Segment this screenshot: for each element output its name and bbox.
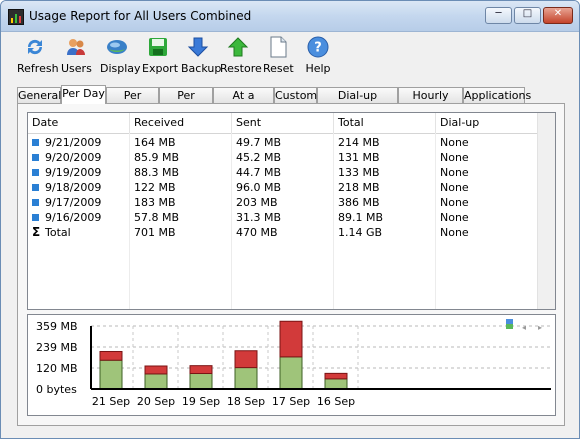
svg-text:?: ? [314, 41, 322, 56]
x-tick-label: 20 Sep [137, 395, 175, 408]
y-tick-label: 120 MB [36, 362, 78, 375]
received-bar [144, 373, 168, 390]
sent-bar [189, 365, 213, 375]
minimize-icon: ─ [495, 8, 502, 19]
sent-bar [324, 372, 348, 380]
total-row[interactable]: Σ Total 701 MB 470 MB 1.14 GB None [28, 225, 538, 240]
tab-general[interactable]: General [17, 87, 61, 103]
chart-prev-icon[interactable]: ◂ [522, 323, 526, 332]
day-marker-icon [32, 214, 39, 221]
sigma-icon: Σ [32, 225, 41, 239]
y-tick-label: 239 MB [36, 341, 78, 354]
export-icon [149, 38, 167, 56]
help-button[interactable]: ? Help [305, 36, 331, 75]
tab-per-day[interactable]: Per Day [61, 85, 106, 104]
table-row[interactable]: 9/17/2009 183 MB 203 MB 386 MB None [28, 195, 538, 210]
table-vertical-scrollbar[interactable] [537, 113, 555, 309]
received-bar [279, 356, 303, 390]
per-day-panel: Date Received Sent Total Dial-up 9/21/20… [17, 103, 565, 426]
title-bar: Usage Report for All Users Combined ─ □ … [1, 1, 579, 32]
maximize-button[interactable]: □ [514, 7, 541, 24]
day-marker-icon [32, 199, 39, 206]
day-marker-icon [32, 169, 39, 176]
users-icon [67, 39, 85, 55]
export-button[interactable]: Export [142, 36, 178, 75]
y-tick-label: 359 MB [36, 320, 78, 333]
y-tick-label: 0 bytes [36, 383, 77, 396]
received-bar [324, 378, 348, 390]
column-header-total[interactable]: Total [334, 113, 436, 133]
received-bar [189, 373, 213, 390]
help-icon: ? [307, 36, 329, 58]
table-row[interactable]: 9/18/2009 122 MB 96.0 MB 218 MB None [28, 180, 538, 195]
tab-hourly-rates[interactable]: Hourly Rates [398, 87, 463, 117]
x-tick-label: 17 Sep [272, 395, 310, 408]
sent-bar [144, 365, 168, 375]
refresh-button[interactable]: Refresh [17, 36, 59, 75]
day-marker-icon [32, 154, 39, 161]
day-marker-icon [32, 184, 39, 191]
chart-next-icon[interactable]: ▸ [538, 323, 542, 332]
sent-bar [234, 350, 258, 369]
display-button[interactable]: Display [100, 36, 141, 75]
table-header: Date Received Sent Total Dial-up [28, 113, 555, 134]
legend-swatch-icon[interactable] [506, 319, 513, 329]
usage-chart: 359 MB 239 MB 120 MB 0 bytes 21 Sep 20 Sep 19 … [27, 314, 556, 416]
received-bar [234, 367, 258, 390]
report-window: Usage Report for All Users Combined ─ □ … [0, 0, 580, 439]
close-button[interactable]: ✕ [543, 7, 573, 24]
x-tick-label: 18 Sep [227, 395, 265, 408]
tab-per-week[interactable]: Per Week [106, 87, 159, 117]
tab-applications[interactable]: Applications [463, 87, 531, 103]
sent-bar [279, 320, 303, 358]
backup-button[interactable]: Backup [181, 36, 221, 75]
tab-at-a-glance[interactable]: At a Glance [213, 87, 274, 117]
restore-button[interactable]: Restore [220, 36, 262, 75]
minimize-button[interactable]: ─ [485, 7, 512, 24]
received-bar [99, 359, 123, 390]
reset-button[interactable]: Reset [263, 36, 294, 75]
table-row[interactable]: 9/19/2009 88.3 MB 44.7 MB 133 MB None [28, 165, 538, 180]
tab-dial-up-sessions[interactable]: Dial-up Sessions [317, 87, 398, 117]
day-marker-icon [32, 139, 39, 146]
restore-icon [227, 37, 249, 57]
tab-per-month[interactable]: Per Month [159, 87, 213, 117]
column-header-dial-up[interactable]: Dial-up [436, 113, 538, 133]
window-title: Usage Report for All Users Combined [29, 9, 252, 23]
column-header-sent[interactable]: Sent [232, 113, 334, 133]
display-icon [107, 40, 127, 54]
close-icon: ✕ [553, 8, 563, 19]
x-tick-label: 16 Sep [317, 395, 355, 408]
table-row[interactable]: 9/16/2009 57.8 MB 31.3 MB 89.1 MB None [28, 210, 538, 225]
usage-table[interactable]: Date Received Sent Total Dial-up 9/21/20… [27, 112, 556, 310]
column-header-received[interactable]: Received [130, 113, 232, 133]
usage-chart-svg: 359 MB 239 MB 120 MB 0 bytes 21 Sep 20 Sep 19 … [36, 320, 551, 408]
toolbar: Refresh Users Display Export Backup Rest… [1, 32, 579, 80]
reset-icon [270, 36, 287, 58]
app-chart-icon [8, 9, 24, 25]
backup-icon [187, 37, 209, 57]
table-row[interactable]: 9/20/2009 85.9 MB 45.2 MB 131 MB None [28, 150, 538, 165]
x-tick-label: 19 Sep [182, 395, 220, 408]
users-button[interactable]: Users [61, 36, 92, 75]
x-tick-label: 21 Sep [92, 395, 130, 408]
table-row[interactable]: 9/21/2009 164 MB 49.7 MB 214 MB None [28, 135, 538, 150]
refresh-icon [27, 39, 43, 55]
sent-bar [99, 350, 123, 361]
column-header-date[interactable]: Date [28, 113, 130, 133]
tab-custom[interactable]: Custom [274, 87, 317, 103]
maximize-icon: □ [522, 8, 533, 19]
